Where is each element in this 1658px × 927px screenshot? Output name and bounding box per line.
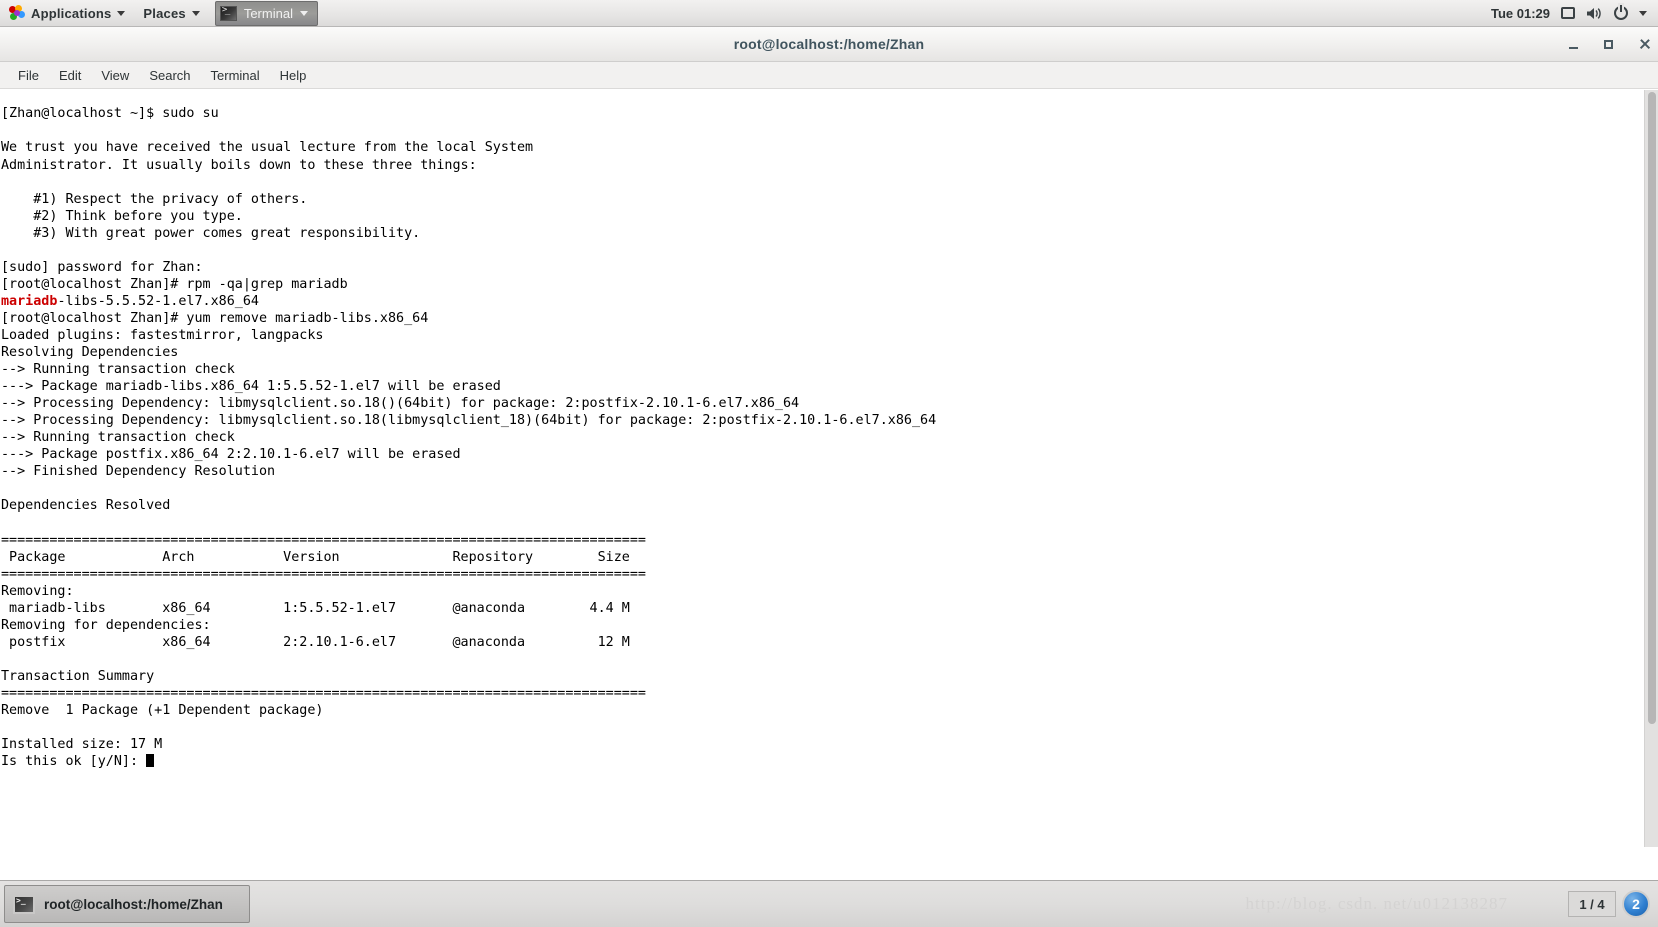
bottom-panel-right: http://blog. csdn. net/u012138287 1 / 4 … — [1246, 890, 1658, 918]
top-panel: Applications Places Terminal Tue 01:29 — [0, 0, 1658, 27]
maximize-button[interactable] — [1604, 40, 1613, 49]
window-list-terminal-button[interactable]: Terminal — [214, 0, 318, 26]
notification-badge[interactable]: 2 — [1622, 890, 1650, 918]
bottom-panel: root@localhost:/home/Zhan http://blog. c… — [0, 880, 1658, 927]
volume-icon[interactable] — [1586, 6, 1603, 21]
gnome-logo-icon — [9, 5, 25, 21]
window-list-terminal-label: Terminal — [243, 5, 293, 21]
page-title: root@localhost:/home/Zhan — [733, 36, 925, 52]
taskbar-item-terminal[interactable]: root@localhost:/home/Zhan — [4, 885, 250, 923]
watermark-text: http://blog. csdn. net/u012138287 — [1245, 894, 1508, 913]
applications-menu[interactable]: Applications — [0, 0, 134, 27]
menu-help[interactable]: Help — [270, 62, 317, 89]
chevron-down-icon — [191, 10, 200, 16]
chevron-down-icon — [117, 10, 126, 16]
power-icon[interactable] — [1614, 5, 1628, 20]
terminal-scrollbar[interactable] — [1644, 90, 1658, 847]
terminal-text: [Zhan@localhost ~]$ sudo su We trust you… — [1, 106, 937, 770]
chevron-down-icon[interactable] — [1639, 10, 1647, 16]
places-menu-label: Places — [143, 5, 186, 21]
panel-clock[interactable]: Tue 01:29 — [1491, 6, 1550, 21]
terminal-icon — [219, 5, 237, 21]
places-menu[interactable]: Places — [134, 0, 208, 27]
scrollbar-thumb[interactable] — [1648, 92, 1656, 724]
menu-edit[interactable]: Edit — [49, 62, 91, 89]
minimize-button[interactable] — [1569, 40, 1578, 49]
window-controls — [1569, 27, 1650, 62]
menubar: File Edit View Search Terminal Help — [0, 62, 1658, 89]
menu-file[interactable]: File — [8, 62, 49, 89]
menu-terminal[interactable]: Terminal — [201, 62, 270, 89]
workspace-switcher[interactable]: 1 / 4 — [1568, 891, 1616, 917]
menu-view[interactable]: View — [91, 62, 139, 89]
terminal-icon — [13, 894, 35, 914]
menu-search[interactable]: Search — [139, 62, 200, 89]
chevron-down-icon — [299, 10, 308, 16]
panel-status-area: Tue 01:29 — [1491, 0, 1658, 27]
close-button[interactable] — [1639, 39, 1650, 50]
display-icon[interactable] — [1561, 7, 1575, 19]
applications-menu-label: Applications — [31, 5, 112, 21]
terminal-output-area[interactable]: [Zhan@localhost ~]$ sudo su We trust you… — [0, 90, 1658, 847]
terminal-window: root@localhost:/home/Zhan File Edit View… — [0, 27, 1658, 847]
taskbar-item-label: root@localhost:/home/Zhan — [44, 896, 223, 912]
window-titlebar[interactable]: root@localhost:/home/Zhan — [0, 27, 1658, 62]
